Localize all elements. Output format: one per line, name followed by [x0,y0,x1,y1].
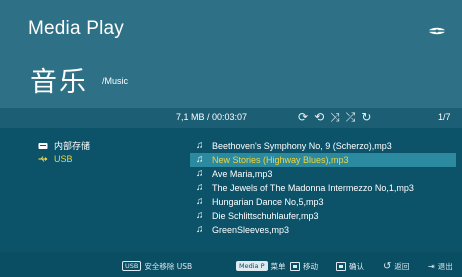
device-label: 内部存储 [54,141,91,151]
dpad-icon [290,261,300,271]
hint-label: 安全移除 USB [144,261,193,271]
shuffle-repeat-icon[interactable]: ⤮ [346,109,356,125]
file-name: Beethoven's Symphony No, 9 (Scherzo),mp3 [212,141,392,151]
device-item-usb[interactable]: USB [38,153,158,166]
page-indicator: 1/7 [438,112,451,122]
file-name: Die Schlittschuhlaufer,mp3 [212,211,319,221]
file-name: Ave Maria,mp3 [212,169,273,179]
hint-menu[interactable]: Media P 菜单 [236,261,286,271]
brand-logo-icon [428,27,446,35]
usb-key-icon: USB [122,261,142,271]
hint-safe-remove[interactable]: USB 安全移除 USB [122,261,192,271]
music-note-icon: ♫ [196,140,204,151]
list-item[interactable]: ♫ Die Schlittschuhlaufer,mp3 [190,209,456,223]
hint-label: 退出 [437,261,453,271]
device-list: 内部存储 USB [38,140,158,166]
list-item[interactable]: ♫ GreenSleeves,mp3 [190,223,456,237]
media-player-screen: Media Play 音乐 /Music 7,1 MB / 00:03:07 ⟳… [0,0,462,277]
repeat-all-icon[interactable]: ⟲ [314,109,324,125]
music-note-icon: ♫ [196,168,204,179]
list-item[interactable]: ♫ New Stories (Highway Blues),mp3 [190,153,456,167]
file-name: The Jewels of The Madonna Intermezzo No,… [212,183,414,193]
current-path: /Music [102,76,129,86]
repeat-icon[interactable]: ⟳ [298,109,308,125]
hint-exit[interactable]: ⇥ 退出 [428,261,453,271]
app-title: Media Play [28,18,124,39]
file-name: Hungarian Dance No,5,mp3 [212,197,324,207]
hint-label: 返回 [394,261,410,271]
loop-icon[interactable]: ↻ [361,109,371,125]
file-info: 7,1 MB / 00:03:07 [176,112,248,122]
list-item[interactable]: ♫ Hungarian Dance No,5,mp3 [190,195,456,209]
exit-icon: ⇥ [428,261,435,271]
file-name: New Stories (Highway Blues),mp3 [212,155,349,165]
hint-back[interactable]: ↺ 返回 [383,260,410,272]
menu-key-icon: Media P [236,261,268,271]
hint-label: 确认 [349,261,364,271]
list-item[interactable]: ♫ The Jewels of The Madonna Intermezzo N… [190,181,456,195]
hint-label: 菜单 [270,261,286,271]
file-list: ♫ Beethoven's Symphony No, 9 (Scherzo),m… [190,139,456,237]
device-label: USB [54,154,73,164]
music-note-icon: ♫ [196,196,204,207]
ok-key-icon [336,261,346,271]
back-icon: ↺ [383,260,392,272]
internal-storage-icon [38,143,48,149]
shuffle-icon[interactable]: ⤨ [330,109,340,125]
list-item[interactable]: ♫ Beethoven's Symphony No, 9 (Scherzo),m… [190,139,456,153]
music-note-icon: ♫ [196,210,204,221]
usb-icon [38,156,48,162]
music-note-icon: ♫ [196,224,204,235]
hint-label: 移动 [303,261,318,271]
device-item-internal-storage[interactable]: 内部存储 [38,140,158,153]
list-item[interactable]: ♫ Ave Maria,mp3 [190,167,456,181]
music-note-icon: ♫ [196,182,204,193]
file-name: GreenSleeves,mp3 [212,225,290,235]
hint-move[interactable]: 移动 [290,261,318,271]
playback-mode-icons: ⟳ ⟲ ⤨ ⤮ ↻ [298,109,371,125]
hint-confirm[interactable]: 确认 [336,261,364,271]
section-title: 音乐 [30,67,88,98]
music-note-icon: ♫ [196,154,204,165]
